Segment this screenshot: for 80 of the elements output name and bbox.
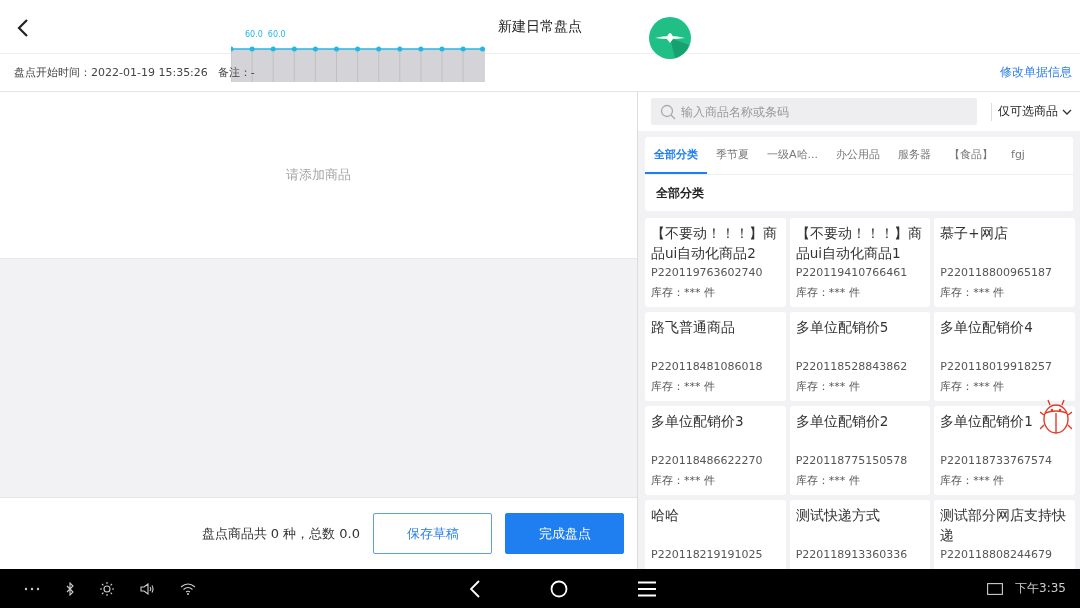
product-code: P220118486622270 xyxy=(651,453,764,469)
bluetooth-icon[interactable] xyxy=(66,581,74,596)
product-card[interactable]: 多单位配销价2 P220118775150578 库存：*** 件 xyxy=(789,406,931,495)
product-name: 【不要动！！！】商品ui自动化商品1 xyxy=(795,225,922,261)
empty-state-message: 请添加商品 xyxy=(286,166,351,184)
product-code: P220118219191025 xyxy=(651,547,764,563)
wifi-icon[interactable] xyxy=(180,582,196,595)
product-name: 多单位配销价4 xyxy=(940,319,1033,335)
page-title: 新建日常盘点 xyxy=(498,17,582,36)
product-code: P220118775150578 xyxy=(795,453,909,469)
remark-text: 备注：- xyxy=(217,65,255,80)
stock-text: 库存：*** 件 xyxy=(940,473,1006,488)
product-card[interactable]: 测试快递方式 P220118913360336 xyxy=(789,500,931,569)
back-icon[interactable] xyxy=(470,579,480,598)
product-code: P220118733767574 xyxy=(940,453,1053,469)
category-tab[interactable]: 季节夏 xyxy=(707,137,758,174)
edit-info-link[interactable]: 修改单据信息 xyxy=(1000,64,1072,81)
save-draft-button[interactable]: 保存草稿 xyxy=(373,513,492,554)
chevron-down-icon xyxy=(1062,108,1072,115)
product-card[interactable]: 【不要动！！！】商品ui自动化商品2 P220119763602740 库存：*** 件 xyxy=(645,218,786,307)
product-name: 多单位配销价1 xyxy=(940,413,1033,429)
stock-text: 库存：*** 件 xyxy=(940,285,1006,300)
finish-button[interactable]: 完成盘点 xyxy=(505,513,624,554)
home-icon[interactable] xyxy=(550,579,568,598)
category-tab[interactable]: 办公用品 xyxy=(827,137,889,174)
stock-text: 库存：*** 件 xyxy=(940,379,1006,394)
product-card[interactable]: 多单位配销价5 P220118528843862 库存：*** 件 xyxy=(789,312,931,401)
product-name: 多单位配销价5 xyxy=(795,319,889,335)
category-tab[interactable]: 服务器 xyxy=(889,137,940,174)
product-name: 多单位配销价3 xyxy=(651,413,744,429)
product-code: P220119410766461 xyxy=(795,265,909,281)
stock-text: 库存：*** 件 xyxy=(651,379,716,394)
product-card[interactable]: 【不要动！！！】商品ui自动化商品1 P220119410766461 库存：*** 件 xyxy=(789,218,931,307)
product-card[interactable]: 慕子+网店 P220118800965187 库存：*** 件 xyxy=(934,218,1075,307)
product-code: P220118528843862 xyxy=(795,359,909,375)
product-card[interactable]: 测试部分网店支持快递 P220118808244679 xyxy=(934,500,1075,569)
stock-text: 库存：*** 件 xyxy=(795,379,861,394)
category-tab[interactable]: 【食品】 xyxy=(940,137,1002,174)
stock-text: 库存：*** 件 xyxy=(795,285,861,300)
summary-text: 盘点商品共 0 种，总数 0.0 xyxy=(201,524,360,543)
category-tab[interactable]: 一级A哈... xyxy=(758,137,827,174)
product-name: 哈哈 xyxy=(651,507,679,523)
product-card[interactable]: 哈哈 P220118219191025 xyxy=(645,500,786,569)
product-code: P220119763602740 xyxy=(651,265,764,281)
product-code: P220118481086018 xyxy=(651,359,764,375)
stock-text: 库存：*** 件 xyxy=(651,473,716,488)
product-code: P220118019918257 xyxy=(940,359,1053,375)
category-tab[interactable]: fgj xyxy=(1002,137,1034,174)
product-card[interactable]: 多单位配销价4 P220118019918257 库存：*** 件 xyxy=(934,312,1075,401)
more-icon[interactable] xyxy=(24,586,40,591)
product-card[interactable]: 多单位配销价1 P220118733767574 库存：*** 件 xyxy=(934,406,1075,495)
stock-text: 库存：*** 件 xyxy=(651,285,716,300)
product-name: 慕子+网店 xyxy=(940,225,1008,241)
filter-dropdown[interactable]: 仅可选商品 xyxy=(998,103,1072,120)
menu-icon[interactable] xyxy=(638,580,656,597)
product-name: 测试部分网店支持快递 xyxy=(940,507,1067,543)
volume-icon[interactable] xyxy=(140,582,154,595)
window-icon[interactable] xyxy=(987,582,1004,595)
product-card[interactable]: 路飞普通商品 P220118481086018 库存：*** 件 xyxy=(645,312,786,401)
product-name: 测试快递方式 xyxy=(795,507,880,523)
back-icon xyxy=(16,18,30,38)
search-field[interactable]: 输入商品名称或条码 xyxy=(651,98,977,125)
start-time-text: 盘点开始时间：2022-01-19 15:35:26 xyxy=(14,65,208,80)
brightness-icon[interactable] xyxy=(100,581,114,596)
overlay-value: 60.0 xyxy=(267,30,286,41)
category-tab[interactable]: 全部分类 xyxy=(645,137,707,174)
product-code: P220118913360336 xyxy=(795,547,909,563)
bug-icon[interactable] xyxy=(1040,399,1072,435)
product-name: 【不要动！！！】商品ui自动化商品2 xyxy=(651,225,777,261)
product-code: P220118808244679 xyxy=(940,547,1053,563)
product-name: 路飞普通商品 xyxy=(651,319,735,335)
overlay-value: 60.0 xyxy=(245,30,263,41)
product-card[interactable]: 多单位配销价3 P220118486622270 库存：*** 件 xyxy=(645,406,786,495)
product-code: P220118800965187 xyxy=(940,265,1053,281)
clock-text: 下午3:35 xyxy=(1015,580,1066,597)
stock-text: 库存：*** 件 xyxy=(795,473,861,488)
category-heading: 全部分类 xyxy=(655,184,705,202)
airplane-icon[interactable] xyxy=(649,17,691,59)
search-icon xyxy=(660,104,676,120)
product-name: 多单位配销价2 xyxy=(795,413,889,429)
